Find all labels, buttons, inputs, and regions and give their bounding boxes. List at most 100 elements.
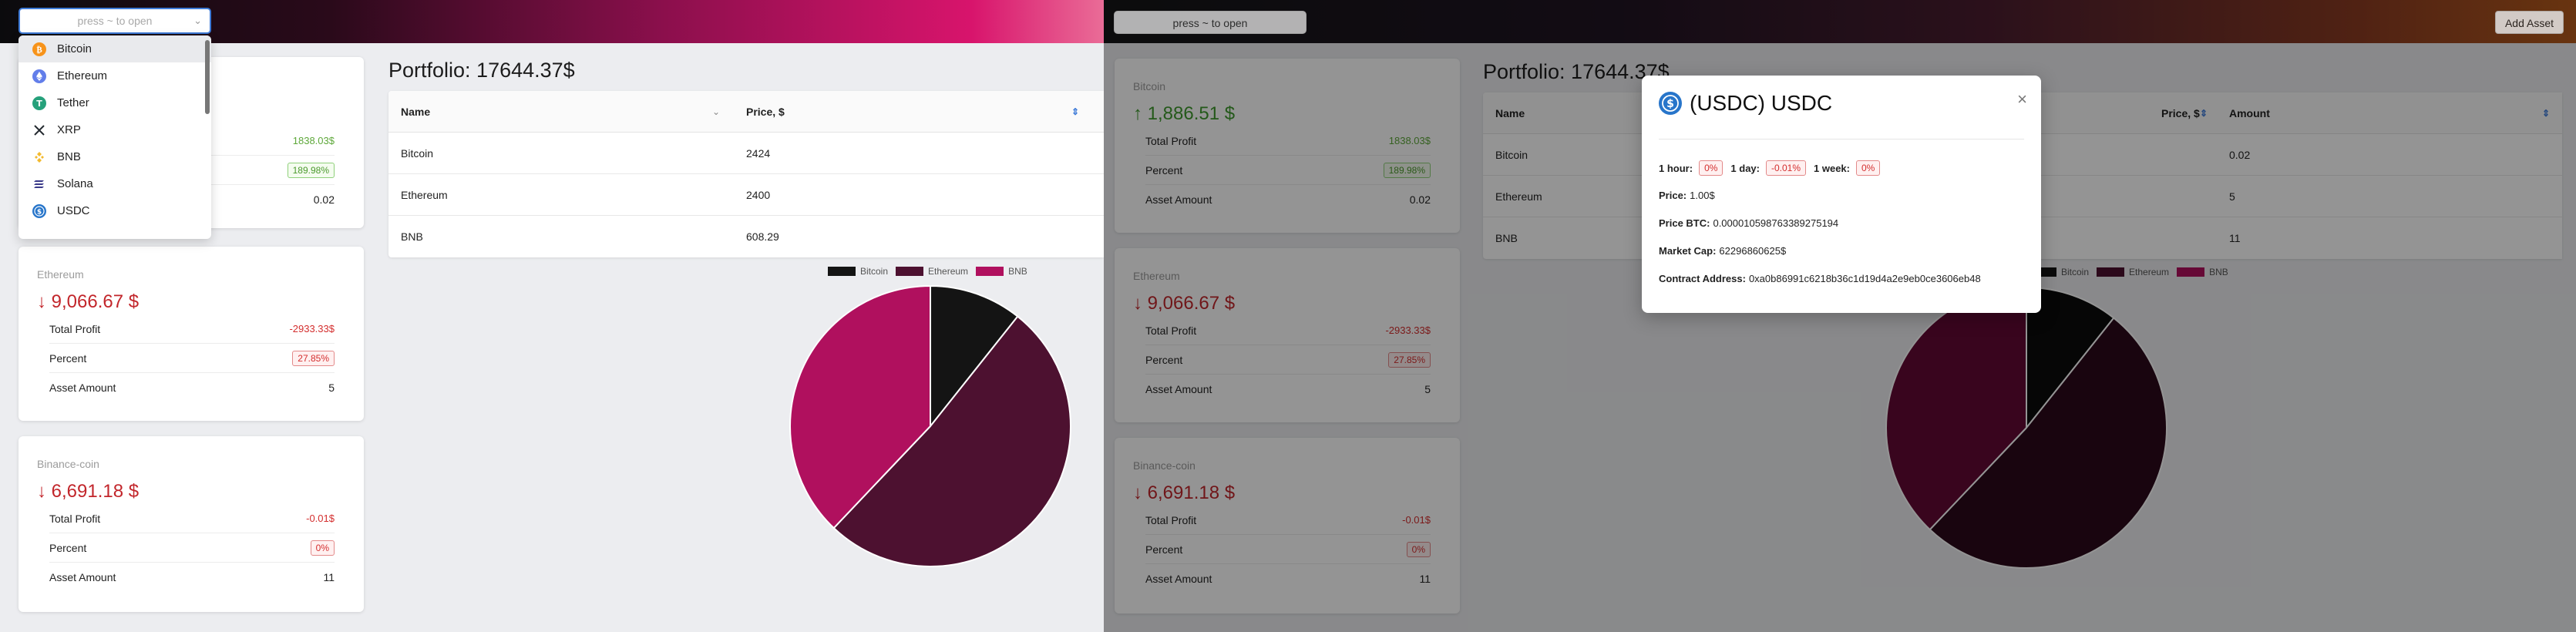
change-1w-label: 1 week: — [1814, 162, 1850, 174]
xrp-icon — [34, 124, 45, 136]
open-search-button[interactable]: press ~ to open — [1114, 11, 1306, 34]
contract-label: Contract Address: — [1659, 273, 1746, 284]
dropdown-item-label: Ethereum — [57, 69, 108, 82]
row-value: 5 — [328, 382, 335, 394]
legend-swatch — [976, 267, 1004, 276]
sort-active-icon[interactable]: ⇕ — [1071, 91, 1079, 133]
legend-label: BNB — [1008, 266, 1027, 277]
dropdown-item-label: Bitcoin — [57, 42, 92, 55]
tether-icon: T — [32, 96, 46, 110]
card-name: Binance-coin — [37, 458, 99, 470]
legend-swatch — [828, 267, 856, 276]
divider — [1659, 139, 2024, 140]
usdc-icon: $ — [32, 203, 46, 218]
change-1d-label: 1 day: — [1730, 162, 1760, 174]
table-row[interactable]: BNB 608.29 — [388, 216, 1104, 257]
price-btc-label: Price BTC: — [1659, 217, 1710, 229]
chevron-down-icon[interactable]: ⌄ — [193, 9, 202, 32]
dropdown-item-label: XRP — [57, 123, 81, 136]
modal-title-text: (USDC) USDC — [1690, 91, 1833, 115]
card-value: ↓ 6,691.18 $ — [37, 481, 140, 502]
row-label: Total Profit — [49, 322, 101, 335]
dropdown-item-xrp[interactable]: XRP — [18, 116, 211, 143]
percent-badge: 0% — [310, 540, 335, 556]
sort-icon[interactable]: ⌄ — [712, 91, 720, 133]
card-row-percent: Percent 27.85% — [49, 344, 335, 373]
column-header-price[interactable]: Price, $ — [746, 91, 785, 133]
row-value: 1838.03$ — [292, 135, 335, 146]
svg-text:$: $ — [37, 208, 42, 216]
asset-search-select[interactable]: press ~ to open ⌄ — [18, 8, 211, 34]
dropdown-item-bitcoin[interactable]: ₿ Bitcoin — [18, 35, 211, 62]
portfolio-title: Portfolio: 17644.37$ — [388, 59, 575, 82]
asset-dropdown[interactable]: ₿ Bitcoin Ethereum T Tether XRP BNB Sola… — [18, 35, 211, 239]
cell-name: BNB — [401, 230, 423, 243]
price-btc-line: Price BTC: 0.000010598763389275194 — [1659, 217, 1838, 229]
change-1h-label: 1 hour: — [1659, 162, 1693, 174]
market-cap-value: 62296860625$ — [1719, 245, 1787, 257]
usdc-icon: $ — [1659, 92, 1682, 115]
svg-text:$: $ — [1666, 98, 1674, 110]
add-asset-button[interactable]: Add Asset — [2494, 11, 2564, 34]
row-value: 0.02 — [313, 193, 335, 206]
modal-title: $ (USDC) USDC — [1659, 91, 1832, 116]
dropdown-item-ethereum[interactable]: Ethereum — [18, 62, 211, 89]
asset-card-ethereum: Ethereum ↓ 9,066.67 $ Total Profit -2933… — [18, 247, 364, 421]
dropdown-item-label: BNB — [57, 150, 81, 163]
dropdown-item-label: Solana — [57, 177, 93, 190]
svg-text:₿: ₿ — [36, 45, 42, 55]
price-value: 1.00$ — [1690, 190, 1715, 201]
row-label: Total Profit — [49, 512, 101, 525]
change-1h-badge: 0% — [1699, 160, 1723, 176]
change-1w-badge: 0% — [1856, 160, 1881, 176]
card-row-percent: Percent 0% — [49, 533, 335, 563]
change-1d-badge: -0.01% — [1765, 160, 1807, 176]
price-btc-value: 0.000010598763389275194 — [1713, 217, 1839, 229]
select-placeholder: press ~ to open — [77, 15, 153, 27]
portfolio-pie-chart — [789, 284, 1071, 567]
cell-name: Bitcoin — [401, 147, 434, 160]
asset-card-binance-coin: Binance-coin ↓ 6,691.18 $ Total Profit -… — [18, 436, 364, 612]
bnb-icon — [35, 151, 44, 163]
card-row-profit: Total Profit -0.01$ — [49, 504, 335, 533]
change-line: 1 hour: 0% 1 day: -0.01% 1 week: 0% — [1659, 160, 1888, 176]
cell-price: 608.29 — [746, 230, 779, 243]
bitcoin-icon: ₿ — [32, 42, 46, 56]
percent-badge: 27.85% — [292, 350, 335, 366]
contract-line: Contract Address: 0xa0b86991c6218b36c1d1… — [1659, 273, 1981, 284]
dropdown-item-bnb[interactable]: BNB — [18, 143, 211, 170]
market-cap-label: Market Cap: — [1659, 245, 1717, 257]
table-header: Name ⌄ Price, $ ⇕ — [388, 91, 1104, 133]
contract-value: 0xa0b86991c6218b36c1d19d4a2e9eb0ce3606eb… — [1748, 273, 1981, 284]
dropdown-scrollbar[interactable] — [205, 40, 210, 114]
column-header-name[interactable]: Name — [401, 91, 430, 133]
price-line: Price: 1.00$ — [1659, 190, 1715, 201]
cell-price: 2400 — [746, 189, 771, 201]
coin-details-modal: $ (USDC) USDC × 1 hour: 0% 1 day: -0.01%… — [1642, 76, 2041, 313]
dropdown-item-usdc[interactable]: $ USDC — [18, 197, 211, 224]
price-label: Price: — [1659, 190, 1687, 201]
solana-icon — [34, 180, 44, 188]
row-value: -2933.33$ — [289, 323, 335, 334]
chart-legend: Bitcoin Ethereum BNB — [828, 266, 1027, 277]
legend-swatch — [896, 267, 924, 276]
svg-text:T: T — [36, 99, 42, 109]
card-row-amount: Asset Amount 5 — [49, 373, 335, 402]
percent-badge: 189.98% — [287, 162, 335, 178]
close-icon[interactable]: × — [2017, 89, 2027, 109]
market-cap-line: Market Cap: 62296860625$ — [1659, 245, 1786, 257]
legend-label: Ethereum — [928, 266, 969, 277]
card-row-profit: Total Profit -2933.33$ — [49, 314, 335, 344]
row-value: -0.01$ — [306, 513, 335, 524]
dropdown-item-tether[interactable]: T Tether — [18, 89, 211, 116]
row-label: Asset Amount — [49, 571, 116, 583]
dropdown-item-solana[interactable]: Solana — [18, 170, 211, 197]
cell-price: 2424 — [746, 147, 771, 160]
dropdown-item-label: Tether — [57, 96, 89, 109]
legend-label: Bitcoin — [860, 266, 889, 277]
table-row[interactable]: Ethereum 2400 — [388, 174, 1104, 216]
table-row[interactable]: Bitcoin 2424 — [388, 133, 1104, 174]
left-panel: press ~ to open ⌄ ₿ Bitcoin Ethereum T T… — [0, 0, 1104, 632]
cell-name: Ethereum — [401, 189, 448, 201]
ethereum-icon — [32, 69, 46, 83]
